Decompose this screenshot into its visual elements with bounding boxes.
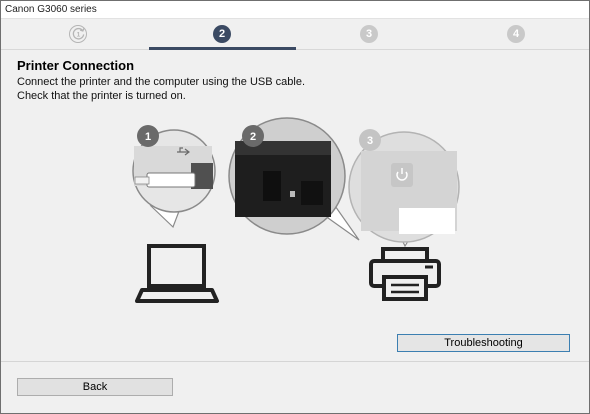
- callout-2-printer-back: 2: [228, 117, 360, 241]
- svg-text:1: 1: [145, 131, 151, 143]
- connection-illustration: 1 2 3: [132, 117, 460, 303]
- back-button[interactable]: Back: [17, 378, 173, 396]
- footer-divider: [1, 361, 589, 362]
- step-2: 2: [213, 25, 231, 43]
- refresh-icon: 1: [72, 27, 85, 40]
- instruction-line-1: Connect the printer and the computer usi…: [17, 76, 306, 88]
- laptop-icon: [135, 244, 219, 303]
- svg-text:2: 2: [250, 131, 256, 143]
- window-title: Canon G3060 series: [5, 4, 97, 15]
- page-title: Printer Connection: [17, 58, 135, 73]
- step-indicator: 1 2 3 4: [1, 20, 589, 50]
- troubleshooting-button[interactable]: Troubleshooting: [397, 334, 570, 352]
- active-step-underline: [149, 47, 296, 50]
- instruction-line-2: Check that the printer is turned on.: [17, 90, 186, 102]
- step-4: 4: [507, 25, 525, 43]
- svg-text:1: 1: [76, 31, 80, 38]
- callout-1-usb: 1: [132, 125, 216, 229]
- step-3: 3: [360, 25, 378, 43]
- installer-window: Canon G3060 series 1 2 3 4 Printer Conne…: [0, 0, 590, 414]
- svg-text:3: 3: [367, 135, 373, 147]
- callout-3-power: 3: [348, 129, 460, 248]
- step-1-refresh-icon: 1: [69, 25, 87, 43]
- printer-icon: [369, 247, 441, 301]
- title-bar: Canon G3060 series: [1, 1, 589, 19]
